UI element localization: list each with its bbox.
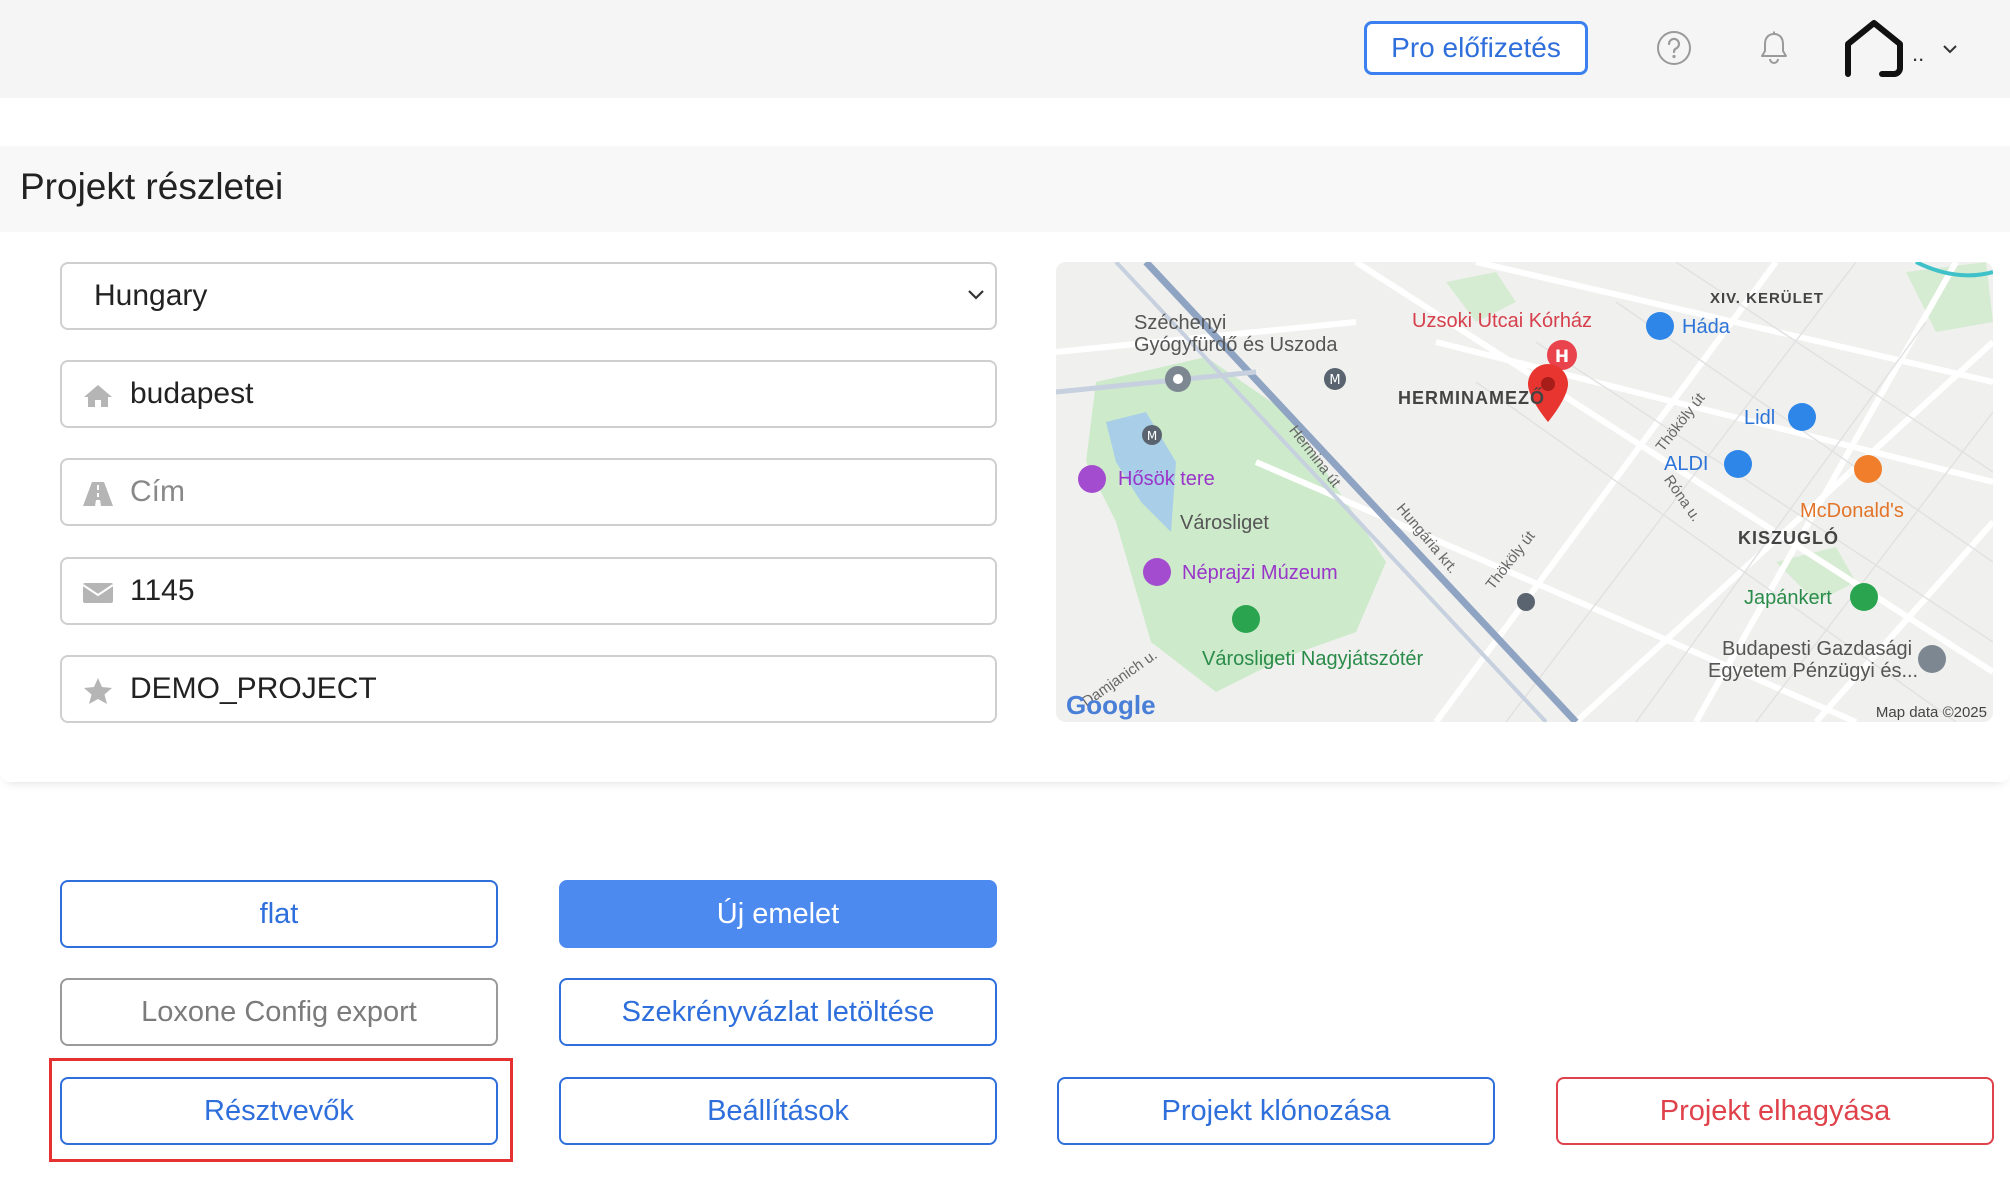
map-label: Japánkert: [1744, 587, 1832, 609]
google-logo: Google: [1066, 690, 1156, 720]
account-menu[interactable]: ..: [1842, 18, 1966, 82]
pro-subscription-button[interactable]: Pro előfizetés: [1364, 21, 1588, 75]
bell-icon[interactable]: [1757, 30, 1791, 66]
svg-text:H: H: [1555, 347, 1569, 367]
address-placeholder: Cím: [130, 475, 185, 508]
question-circle-icon[interactable]: [1656, 30, 1692, 66]
home-icon: [82, 382, 114, 410]
country-value: Hungary: [94, 279, 208, 312]
map-label: Hősök tere: [1118, 468, 1215, 490]
map-attribution: Map data ©2025: [1875, 704, 1987, 721]
map-label: Városligeti Nagyjátszótér: [1202, 648, 1424, 670]
map-label: Széchenyi: [1134, 312, 1227, 334]
chevron-down-icon: [1942, 41, 1958, 59]
details-header: [0, 146, 2010, 232]
project-name-input[interactable]: DEMO_PROJECT: [60, 655, 997, 723]
star-icon: [82, 677, 114, 705]
map-label: ALDI: [1664, 453, 1709, 475]
map-label: Egyetem Pénzügyi és...: [1708, 660, 1919, 682]
flat-button[interactable]: flat: [60, 880, 498, 948]
map-label: Háda: [1682, 316, 1730, 338]
road-icon: [82, 480, 114, 508]
loxone-export-button[interactable]: Loxone Config export: [60, 978, 498, 1046]
map-label: Városliget: [1180, 512, 1269, 534]
svg-text:M: M: [1147, 429, 1157, 443]
house-logo-icon: [1842, 18, 1906, 83]
city-input[interactable]: budapest: [60, 360, 997, 428]
account-name: ..: [1912, 41, 1925, 66]
zip-input[interactable]: 1145: [60, 557, 997, 625]
country-select[interactable]: Hungary: [60, 262, 997, 330]
settings-button[interactable]: Beállítások: [559, 1077, 997, 1145]
participants-button[interactable]: Résztvevők: [60, 1077, 498, 1145]
cabinet-download-button[interactable]: Szekrényvázlat letöltése: [559, 978, 997, 1046]
page-title: Projekt részletei: [20, 166, 284, 207]
map-label: Lidl: [1744, 407, 1776, 429]
map-label: Uzsoki Utcai Kórház: [1412, 310, 1593, 332]
envelope-icon: [82, 579, 114, 607]
project-name-value: DEMO_PROJECT: [130, 672, 377, 705]
map-label: Néprajzi Múzeum: [1182, 562, 1338, 584]
map-label: Budapesti Gazdasági: [1722, 638, 1913, 660]
top-bar: Pro előfizetés ..: [0, 0, 2010, 98]
map-label: KISZUGLÓ: [1738, 528, 1839, 548]
map-label: XIV. KERÜLET: [1710, 290, 1824, 307]
map-label: McDonald's: [1800, 500, 1904, 522]
zip-value: 1145: [130, 574, 195, 607]
chevron-down-icon: [967, 288, 985, 306]
leave-project-button[interactable]: Projekt elhagyása: [1556, 1077, 1994, 1145]
svg-text:M: M: [1329, 373, 1340, 388]
address-input[interactable]: Cím: [60, 458, 997, 526]
clone-project-button[interactable]: Projekt klónozása: [1057, 1077, 1495, 1145]
map-label: HERMINAMEZŐ: [1398, 388, 1545, 408]
city-value: budapest: [130, 377, 254, 410]
map-label: Gyógyfürdő és Uszoda: [1134, 334, 1338, 356]
new-floor-button[interactable]: Új emelet: [559, 880, 997, 948]
location-map[interactable]: M M H Széchenyi Gyógyfürdő és Uszoda Uzs…: [1056, 262, 1993, 722]
